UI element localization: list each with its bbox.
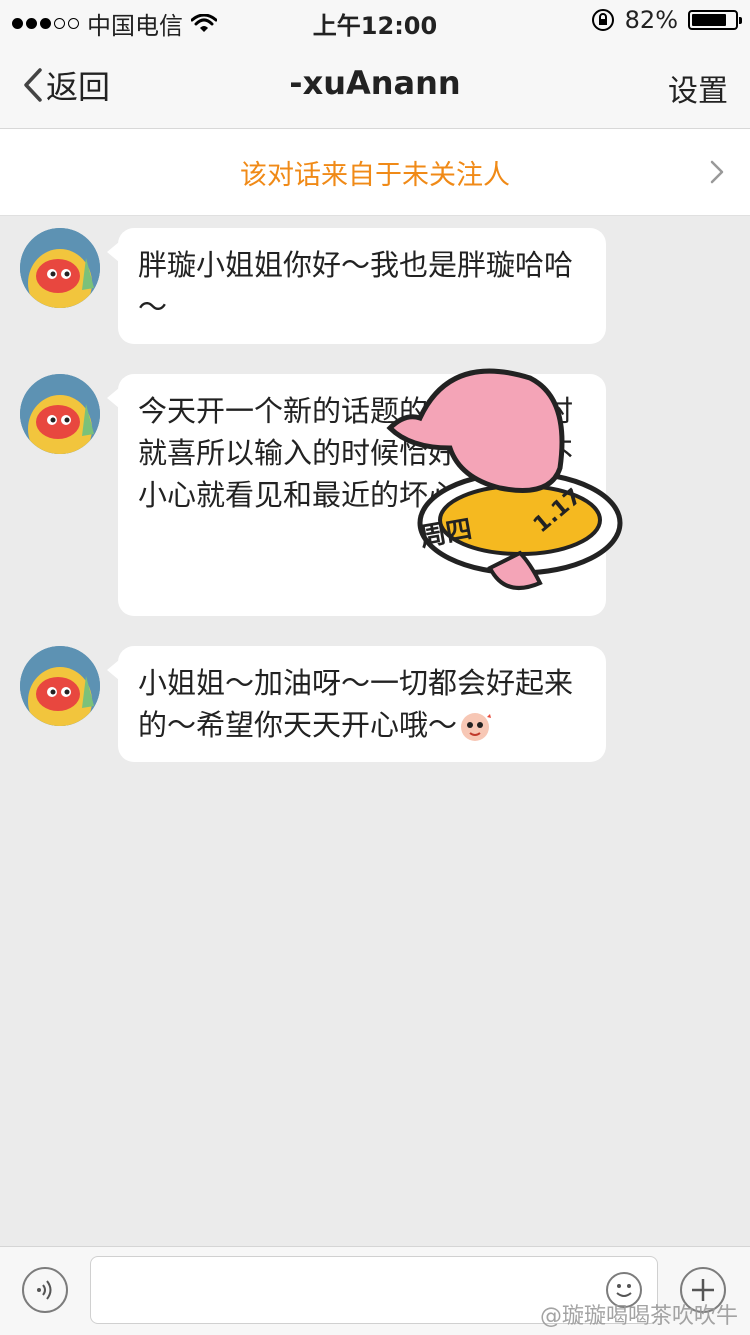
chevron-right-icon — [710, 160, 724, 184]
voice-button[interactable] — [22, 1267, 68, 1313]
avatar[interactable] — [20, 374, 100, 454]
avatar-icon — [20, 374, 100, 454]
battery-percent: 82% — [624, 6, 678, 34]
stranger-notice-banner[interactable]: 该对话来自于未关注人 — [0, 129, 750, 216]
message-item: 小姐姐～加油呀～一切都会好起来的～希望你天天开心哦～ — [20, 646, 606, 762]
message-bubble[interactable]: 胖璇小姐姐你好～我也是胖璇哈哈～ — [107, 228, 606, 344]
battery-icon — [688, 10, 742, 30]
dolphin-sticker-icon: 周四 1.17 — [386, 368, 623, 590]
nav-bar: 返回 -xuAnann 设置 — [0, 40, 750, 129]
message-item: 胖璇小姐姐你好～我也是胖璇哈哈～ — [20, 228, 606, 344]
avatar[interactable] — [20, 228, 100, 308]
battery-fill — [692, 14, 727, 26]
status-bar: 中国电信 上午12:00 82% — [0, 0, 750, 40]
message-text: 小姐姐～加油呀～一切都会好起来的～希望你天天开心哦～ — [138, 666, 574, 742]
settings-button[interactable]: 设置 — [668, 66, 728, 110]
avatar-icon — [20, 646, 100, 726]
voice-icon — [37, 1280, 52, 1300]
page-title: -xuAnann — [289, 64, 461, 102]
orientation-lock-icon — [591, 9, 614, 31]
notice-text: 该对话来自于未关注人 — [240, 160, 510, 191]
message-item: 今天开一个新的话题的，因为平时就喜所以输入的时候恰好话题，不小心就看见和最近的坏… — [20, 374, 606, 616]
avatar-icon — [20, 228, 100, 308]
message-bubble[interactable]: 小姐姐～加油呀～一切都会好起来的～希望你天天开心哦～ — [107, 646, 606, 762]
watermark: @璇璇喝喝茶吹吹牛 — [539, 1304, 738, 1329]
emoticon-icon — [461, 713, 492, 741]
avatar[interactable] — [20, 646, 100, 726]
status-right: 82% — [591, 6, 742, 34]
